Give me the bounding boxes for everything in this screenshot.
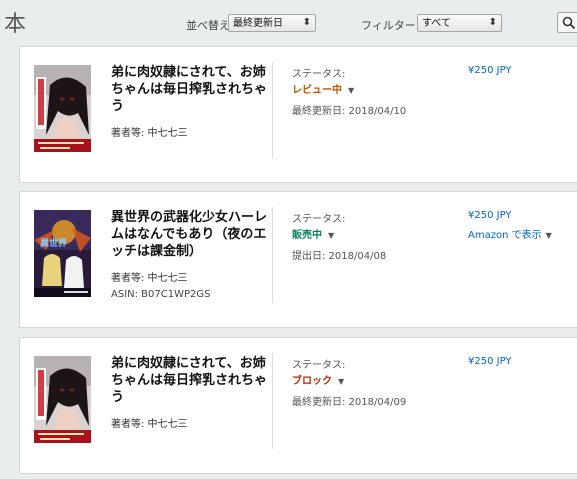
book-title[interactable]: 異世界の武器化少女ハーレムはなんでもあり（夜のエッチは課金制） bbox=[111, 209, 271, 260]
filter-label: フィルター: bbox=[361, 19, 420, 32]
date-line: 提出日: 2018/04/08 bbox=[292, 251, 387, 262]
caret-down-icon: ▼ bbox=[328, 231, 335, 240]
sort-select[interactable]: 最終更新日 ⬍ bbox=[228, 14, 316, 32]
book-card: 弟に肉奴隷にされて、お姉ちゃんは毎日搾乳されちゃう 著者等: 中七七三 ステータ… bbox=[19, 337, 577, 474]
caret-down-icon: ▼ bbox=[338, 377, 345, 386]
book-price[interactable]: ¥250 JPY bbox=[468, 210, 512, 221]
caret-down-icon: ▼ bbox=[348, 86, 355, 95]
date-line: 最終更新日: 2018/04/09 bbox=[292, 397, 407, 408]
status-value: ブロック bbox=[292, 376, 332, 387]
status-dropdown[interactable]: ブロック ▼ bbox=[292, 372, 344, 387]
book-cover[interactable]: 異世界 bbox=[34, 210, 91, 297]
book-cover[interactable] bbox=[34, 65, 91, 152]
page-title: 本 bbox=[4, 12, 27, 37]
book-cover[interactable] bbox=[34, 356, 91, 443]
status-label: ステータス: bbox=[292, 360, 346, 371]
date-line: 最終更新日: 2018/04/10 bbox=[292, 106, 407, 117]
toolbar: 本 並べ替え 最終更新日 ⬍ フィルター: すべて ⬍ bbox=[0, 0, 577, 46]
divider bbox=[272, 62, 273, 158]
status-dropdown[interactable]: レビュー中 ▼ bbox=[292, 81, 354, 96]
status-value: レビュー中 bbox=[292, 85, 342, 96]
book-price[interactable]: ¥250 JPY bbox=[468, 65, 512, 76]
chevron-down-icon: ⬍ bbox=[302, 17, 311, 28]
search-icon bbox=[562, 16, 576, 30]
sort-label: 並べ替え bbox=[186, 19, 230, 32]
book-title[interactable]: 弟に肉奴隷にされて、お姉ちゃんは毎日搾乳されちゃう bbox=[111, 64, 271, 115]
status-dropdown[interactable]: 販売中 ▼ bbox=[292, 226, 334, 241]
book-title[interactable]: 弟に肉奴隷にされて、お姉ちゃんは毎日搾乳されちゃう bbox=[111, 355, 271, 406]
book-price[interactable]: ¥250 JPY bbox=[468, 356, 512, 367]
book-author: 著者等: 中七七三 bbox=[111, 128, 188, 139]
filter-select[interactable]: すべて ⬍ bbox=[417, 14, 502, 32]
view-on-amazon-label: Amazon で表示 bbox=[468, 230, 542, 241]
book-card: 異世界 異世界の武器化少女ハーレムはなんでもあり（夜のエッチは課金制） 著者等:… bbox=[19, 191, 577, 328]
book-author: 著者等: 中七七三 bbox=[111, 273, 188, 284]
status-label: ステータス: bbox=[292, 69, 346, 80]
sort-select-value: 最終更新日 bbox=[233, 18, 283, 29]
caret-down-icon: ▼ bbox=[545, 231, 552, 240]
book-asin: ASIN: B07C1WP2GS bbox=[111, 289, 211, 300]
status-label: ステータス: bbox=[292, 214, 346, 225]
view-on-amazon-link[interactable]: Amazon で表示 ▼ bbox=[468, 226, 552, 241]
search-button[interactable] bbox=[557, 12, 577, 33]
divider bbox=[272, 353, 273, 449]
filter-select-value: すべて bbox=[422, 18, 451, 29]
book-card: 弟に肉奴隷にされて、お姉ちゃんは毎日搾乳されちゃう 著者等: 中七七三 ステータ… bbox=[19, 46, 577, 183]
svg-text:異世界: 異世界 bbox=[40, 237, 67, 249]
divider bbox=[272, 207, 273, 303]
book-author: 著者等: 中七七三 bbox=[111, 419, 188, 430]
chevron-down-icon: ⬍ bbox=[488, 17, 497, 28]
status-value: 販売中 bbox=[292, 230, 322, 241]
